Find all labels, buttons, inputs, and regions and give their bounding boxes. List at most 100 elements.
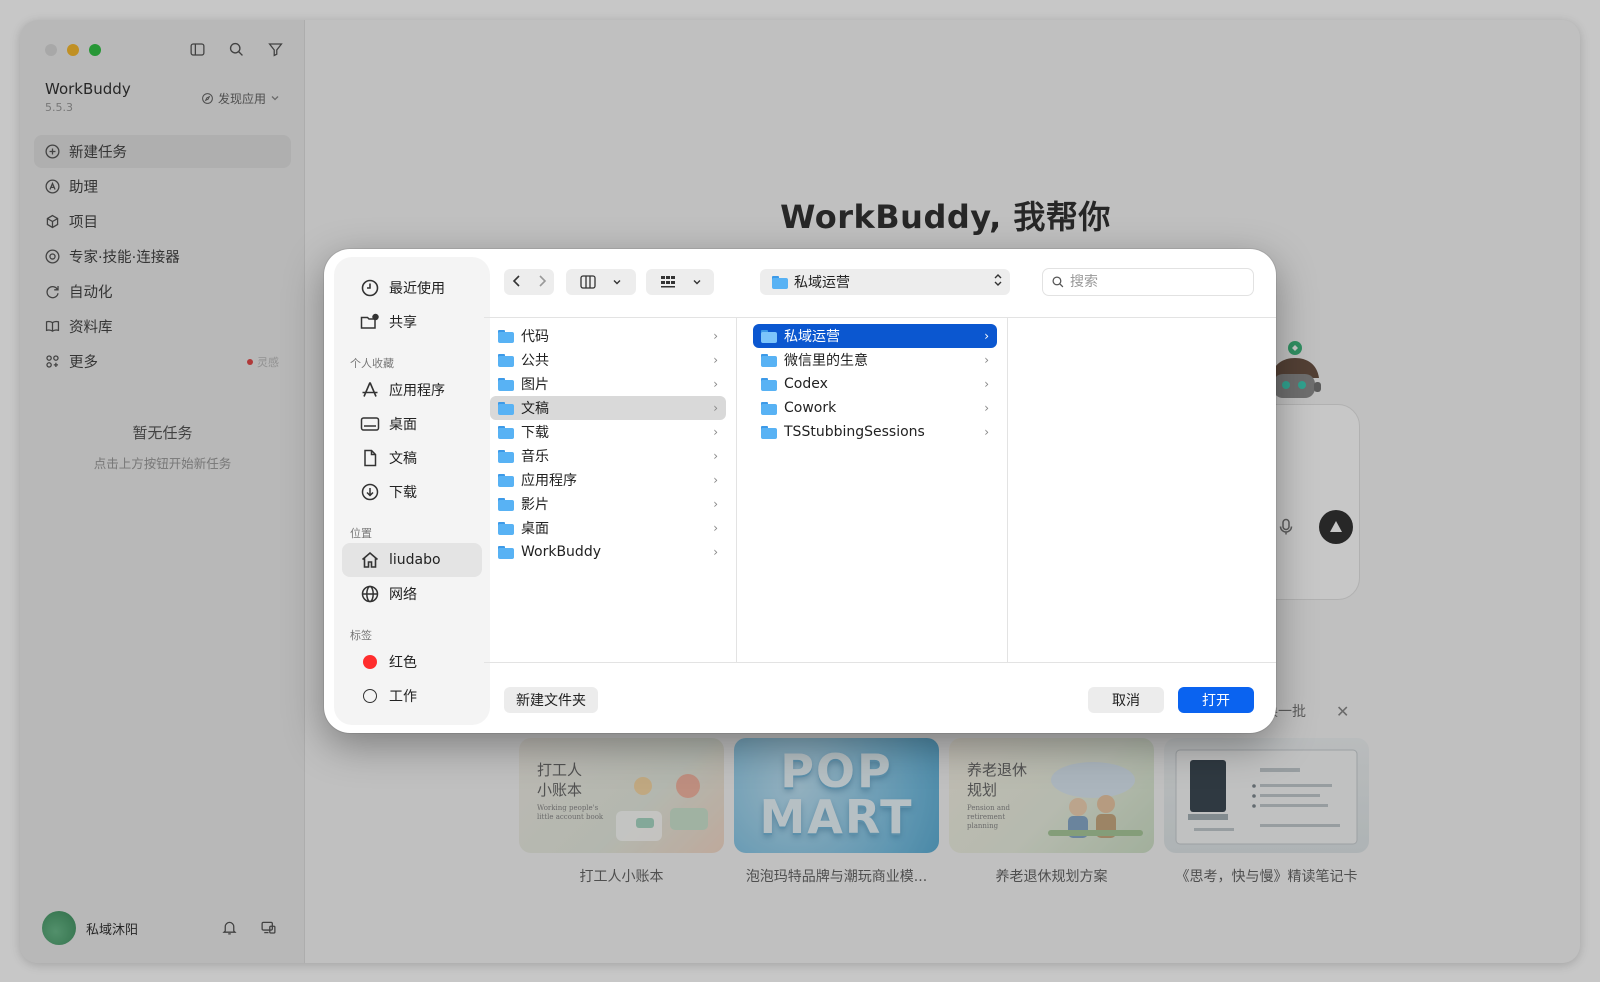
dialog-sidebar-shared[interactable]: 共享 xyxy=(342,305,482,339)
sidebar-item-label: 资料库 xyxy=(69,320,113,336)
dialog-sidebar-network[interactable]: 网络 xyxy=(342,577,482,611)
dialog-toolbar: 私域运营 xyxy=(504,268,1254,297)
cancel-button[interactable]: 取消 xyxy=(1088,687,1164,713)
folder-row[interactable]: WorkBuddy › xyxy=(490,540,726,564)
sidebar-item-automation[interactable]: 自动化 xyxy=(34,275,291,308)
close-window-button[interactable] xyxy=(45,44,57,56)
view-mode-button[interactable] xyxy=(566,269,636,295)
app-name: WorkBuddy xyxy=(45,80,131,98)
folder-icon xyxy=(761,329,777,343)
folder-icon xyxy=(498,329,514,343)
back-button[interactable] xyxy=(504,273,529,292)
close-icon[interactable]: ✕ xyxy=(1336,702,1349,721)
folder-name: 图片 xyxy=(521,377,549,393)
microphone-icon[interactable] xyxy=(1278,518,1294,540)
forward-button[interactable] xyxy=(529,273,554,292)
group-mode-button[interactable] xyxy=(646,269,714,295)
empty-task-state: 暂无任务 点击上方按钮开始新任务 xyxy=(20,422,305,472)
folder-row-active[interactable]: 文稿 › xyxy=(490,396,726,420)
sidebar-item-library[interactable]: 资料库 xyxy=(34,310,291,343)
location-popup[interactable]: 私域运营 xyxy=(760,269,1010,295)
chevron-right-icon: › xyxy=(984,329,989,343)
user-name: 私域沐阳 xyxy=(86,922,139,938)
suggestion-card[interactable]: 打工人 小账本 Working people's little account … xyxy=(519,738,724,886)
sidebar-toggle-icon[interactable] xyxy=(188,40,207,59)
sidebar-item-project[interactable]: 项目 xyxy=(34,205,291,238)
clock-icon xyxy=(361,279,379,297)
sidebar-item-new-task[interactable]: 新建任务 xyxy=(34,135,291,168)
red-dot-icon xyxy=(247,358,253,365)
columns-view-icon xyxy=(580,275,596,289)
sidebar-item-more[interactable]: 更多 灵感 xyxy=(34,345,291,378)
folder-row-selected[interactable]: 私域运营 › xyxy=(753,324,997,348)
browser-column-documents: 私域运营 › 微信里的生意 › Codex › Cowork › TSStubbingS… xyxy=(743,318,1008,662)
folder-name: 微信里的生意 xyxy=(784,353,868,369)
folder-name: 下载 xyxy=(521,425,549,441)
folder-row[interactable]: 公共 › xyxy=(490,348,726,372)
chevron-right-icon: › xyxy=(713,329,718,343)
card-title: 打工人小账本 xyxy=(579,869,664,885)
dialog-sidebar-tag-red[interactable]: 红色 xyxy=(342,645,482,679)
open-button[interactable]: 打开 xyxy=(1178,687,1254,713)
sidebar-item-label: 专家·技能·连接器 xyxy=(69,250,180,266)
dialog-sidebar-documents[interactable]: 文稿 xyxy=(342,441,482,475)
folder-row[interactable]: 影片 › xyxy=(490,492,726,516)
suggestion-card[interactable]: POP MART 泡泡玛特品牌与潮玩商业模... xyxy=(734,738,939,886)
folder-row[interactable]: 音乐 › xyxy=(490,444,726,468)
card-thumbnail xyxy=(1164,738,1369,853)
dialog-sidebar-label: 工作 xyxy=(389,689,417,705)
folder-name: 桌面 xyxy=(521,521,549,537)
folder-row[interactable]: Cowork › xyxy=(753,396,997,420)
device-switch-icon[interactable] xyxy=(259,918,278,937)
folder-row[interactable]: 桌面 › xyxy=(490,516,726,540)
avatar[interactable] xyxy=(42,911,76,945)
suggestion-card[interactable]: 《思考，快与慢》精读笔记卡 xyxy=(1164,738,1369,886)
dialog-sidebar-label: liudabo xyxy=(389,552,441,568)
outline-tag-dot-icon xyxy=(363,689,377,703)
bell-icon[interactable] xyxy=(220,918,239,937)
sidebar-item-experts[interactable]: 专家·技能·连接器 xyxy=(34,240,291,273)
notes-illustration-icon xyxy=(1175,749,1358,845)
folder-row[interactable]: TSStubbingSessions › xyxy=(753,420,997,444)
dialog-sidebar-applications[interactable]: 应用程序 xyxy=(342,373,482,407)
search-input[interactable] xyxy=(1070,274,1240,290)
folder-icon xyxy=(498,401,514,415)
discover-apps-button[interactable]: 发现应用 xyxy=(193,86,288,110)
sidebar: WorkBuddy 5.5.3 发现应用 新建任务 助理 项目 专家·技能·连接… xyxy=(20,20,305,963)
filter-icon[interactable] xyxy=(266,40,285,59)
sidebar-item-label: 新建任务 xyxy=(69,145,127,161)
folder-name: 影片 xyxy=(521,497,549,513)
folder-icon xyxy=(498,521,514,535)
user-profile[interactable]: 私域沐阳 xyxy=(42,911,138,945)
dialog-sidebar: 最近使用 共享 个人收藏 应用程序 桌面 文稿 下载 位置 liudabo 网络… xyxy=(334,257,490,725)
thumbnail-subtitle: Pension and retirement planning xyxy=(967,804,1010,830)
folder-row[interactable]: 图片 › xyxy=(490,372,726,396)
new-folder-button[interactable]: 新建文件夹 xyxy=(504,687,598,713)
maximize-window-button[interactable] xyxy=(89,44,101,56)
folder-row[interactable]: 代码 › xyxy=(490,324,726,348)
folder-name: 文稿 xyxy=(521,401,549,417)
dialog-sidebar-desktop[interactable]: 桌面 xyxy=(342,407,482,441)
send-button[interactable] xyxy=(1319,510,1353,544)
folder-row[interactable]: 微信里的生意 › xyxy=(753,348,997,372)
dialog-sidebar-recents[interactable]: 最近使用 xyxy=(342,271,482,305)
app-brand: WorkBuddy 5.5.3 xyxy=(45,80,131,114)
sidebar-item-assistant[interactable]: 助理 xyxy=(34,170,291,203)
folder-name: 代码 xyxy=(521,329,549,345)
folder-icon xyxy=(761,353,777,367)
card-title: 《思考，快与慢》精读笔记卡 xyxy=(1175,869,1358,885)
folder-row[interactable]: Codex › xyxy=(753,372,997,396)
suggestion-card[interactable]: 养老退休 规划 Pension and retirement planning … xyxy=(949,738,1154,886)
dialog-sidebar-home[interactable]: liudabo xyxy=(342,543,482,577)
card-thumbnail: 养老退休 规划 Pension and retirement planning xyxy=(949,738,1154,853)
search-icon[interactable] xyxy=(227,40,246,59)
minimize-window-button[interactable] xyxy=(67,44,79,56)
column-browser: 代码 › 公共 › 图片 › 文稿 › 下载 › 音乐 › 应用程序 › 影片 › 桌面 › Wo… xyxy=(484,317,1276,663)
dialog-sidebar-downloads[interactable]: 下载 xyxy=(342,475,482,509)
search-field[interactable] xyxy=(1042,268,1254,296)
chevron-right-icon: › xyxy=(984,425,989,439)
dialog-sidebar-tag-work[interactable]: 工作 xyxy=(342,679,482,713)
folder-row[interactable]: 应用程序 › xyxy=(490,468,726,492)
folder-row[interactable]: 下载 › xyxy=(490,420,726,444)
desk-illustration-icon xyxy=(616,774,708,841)
